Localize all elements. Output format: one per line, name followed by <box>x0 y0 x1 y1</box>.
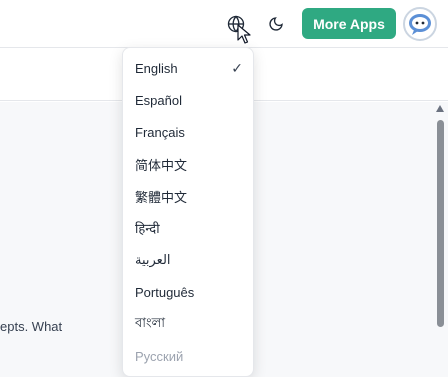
language-option-traditional-chinese[interactable]: 繁體中文 <box>123 180 253 212</box>
language-option-label: Français <box>135 124 185 140</box>
language-option-simplified-chinese[interactable]: 简体中文 <box>123 148 253 180</box>
language-dropdown-menu: English ✓ Español Français 简体中文 繁體中文 हिन… <box>122 47 254 377</box>
avatar[interactable] <box>403 7 437 41</box>
language-option-label: العربية <box>135 252 171 267</box>
language-option-label: 繁體中文 <box>135 189 188 205</box>
language-option-label: Português <box>135 284 195 300</box>
vertical-scrollbar[interactable] <box>432 102 448 377</box>
moon-icon <box>269 17 283 31</box>
language-option-french[interactable]: Français <box>123 116 253 148</box>
scroll-up-arrow-icon[interactable] <box>436 105 444 112</box>
more-apps-button[interactable]: More Apps <box>302 8 396 39</box>
language-option-label: Español <box>135 92 182 108</box>
chat-bot-avatar-icon <box>409 14 431 35</box>
main-content-text: epts. What <box>0 319 63 334</box>
language-option-label: 简体中文 <box>135 157 188 173</box>
language-option-label: English <box>135 60 178 76</box>
language-option-label: हिन्दी <box>135 221 160 236</box>
language-option-label: Русский <box>135 348 184 364</box>
dark-mode-toggle[interactable] <box>262 10 290 38</box>
language-option-spanish[interactable]: Español <box>123 84 253 116</box>
language-option-bengali[interactable]: বাংলা <box>123 308 253 340</box>
mouse-cursor-icon <box>237 24 251 44</box>
language-option-hindi[interactable]: हिन्दी <box>123 212 253 244</box>
checkmark-icon: ✓ <box>231 60 243 76</box>
language-option-portuguese[interactable]: Português <box>123 276 253 308</box>
language-option-english[interactable]: English ✓ <box>123 52 253 84</box>
language-option-label: বাংলা <box>135 314 166 330</box>
language-option-russian[interactable]: Русский <box>123 340 253 372</box>
language-option-arabic[interactable]: العربية <box>123 244 253 276</box>
top-bar: More Apps <box>0 0 448 48</box>
scrollbar-thumb[interactable] <box>437 120 444 327</box>
